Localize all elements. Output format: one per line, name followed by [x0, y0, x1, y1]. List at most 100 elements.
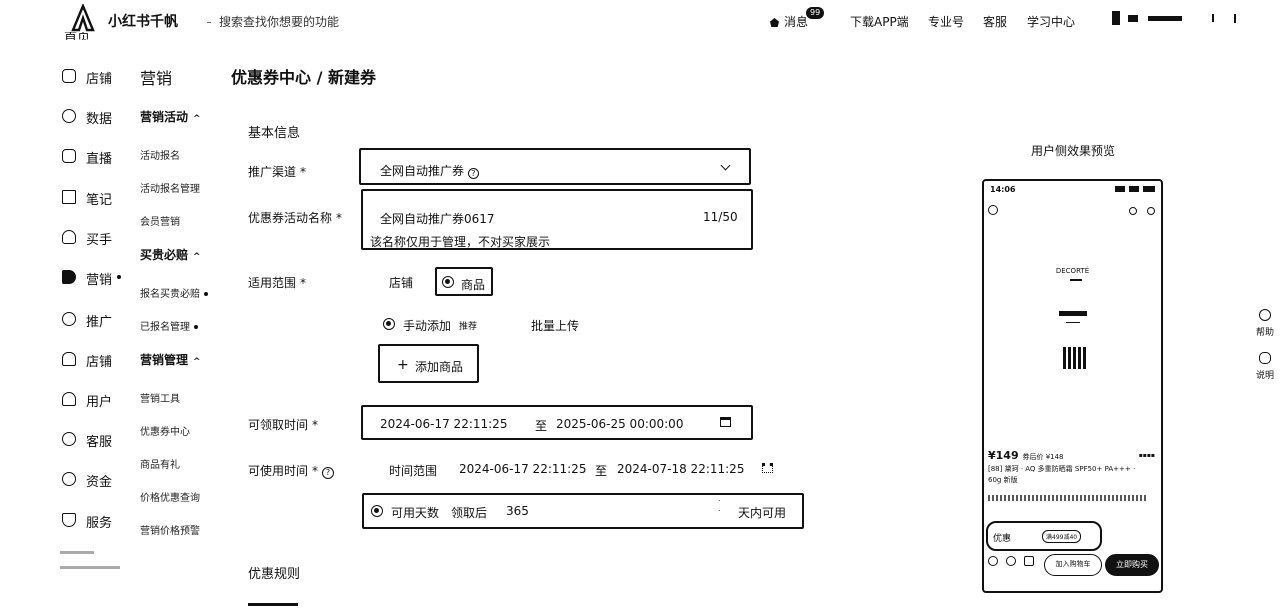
top-bar: 小红书千帆 搜索查找你想要的功能 消息 99 下载APP端 专业号 客服 学习中心: [0, 0, 1280, 40]
required-mark: *: [300, 165, 307, 179]
days-suffix: 天内可用: [738, 506, 787, 520]
days-input[interactable]: 365: [506, 504, 529, 518]
nav-item-service[interactable]: 客服: [60, 427, 140, 451]
truncated-label: [248, 602, 304, 608]
subnav-item[interactable]: 商品有礼: [140, 456, 180, 471]
use-range-option[interactable]: 时间范围: [389, 462, 437, 479]
subnav-item[interactable]: 报名买贵必赔: [140, 285, 208, 300]
calendar-icon[interactable]: [720, 417, 731, 427]
subnav-item[interactable]: 会员营销: [140, 213, 180, 228]
nav-item-funds[interactable]: 资金: [60, 467, 140, 491]
avatar: [1112, 11, 1120, 25]
required-mark: *: [300, 276, 307, 290]
product-line: [1066, 322, 1080, 323]
subnav-item[interactable]: 活动报名管理: [140, 180, 200, 195]
search-hint[interactable]: 搜索查找你想要的功能: [207, 13, 339, 30]
people-icon: [62, 312, 76, 326]
preview-product-name: [88] 黛珂 · AQ 多重防晒霜 SPF50+ PA+++ · 60g 新版: [988, 465, 1136, 484]
nav-item-data[interactable]: 数据: [60, 104, 140, 128]
subnav-group-price-guarantee[interactable]: 买贵必赔 ^: [140, 246, 201, 263]
use-end-input[interactable]: 2024-07-18 22:11:25: [617, 462, 744, 476]
sidebar-footer-text: [60, 545, 120, 569]
batch-upload-option[interactable]: 批量上传: [531, 317, 579, 334]
nav-item-live[interactable]: 直播: [60, 144, 140, 168]
name-label: 优惠券活动名称 *: [248, 209, 342, 226]
add-product-button[interactable]: + 添加商品: [378, 344, 479, 383]
claim-time-range-picker[interactable]: 2024-06-17 22:11:25 至 2025-06-25 00:00:0…: [361, 405, 753, 440]
nav-item-services[interactable]: 服务: [60, 508, 140, 532]
nav-item-notes[interactable]: 笔记: [60, 185, 140, 209]
label-text: 可领取时间: [248, 418, 309, 432]
messages-link[interactable]: 消息 99: [770, 7, 825, 30]
nav-item-users[interactable]: 用户: [60, 387, 140, 411]
docs-float-button[interactable]: 说明: [1250, 352, 1280, 381]
plus-icon: +: [397, 357, 409, 373]
customer-service-link[interactable]: 客服: [983, 13, 1007, 30]
help-icon[interactable]: ?: [467, 168, 479, 179]
help-icon[interactable]: ?: [322, 467, 335, 479]
subnav-group-campaigns[interactable]: 营销活动 ^: [140, 108, 201, 125]
cart-icon: [1024, 556, 1034, 566]
phone-preview: 14:06 DECORTÉ ¥149 券后价 ¥148 ▪▪▪▪ [88] 黛珂…: [982, 179, 1163, 593]
help-icon: [1259, 309, 1271, 321]
store-icon: [62, 69, 76, 83]
learning-center-link[interactable]: 学习中心: [1027, 13, 1075, 30]
float-label: 帮助: [1255, 328, 1274, 338]
product-cap: [1059, 311, 1087, 316]
breadcrumb: 优惠券中心 / 新建券: [231, 68, 376, 87]
app-logo-text[interactable]: 小红书千帆: [108, 11, 178, 31]
subnav-item[interactable]: 已报名管理: [140, 318, 198, 333]
subnav-item[interactable]: 营销工具: [140, 390, 180, 405]
claim-end-input[interactable]: 2025-06-25 00:00:00: [556, 417, 683, 431]
nav-item-shop[interactable]: 店铺: [60, 347, 140, 371]
book-icon: [62, 190, 76, 204]
nav-label: 服务: [86, 516, 113, 531]
nav-item-buyer[interactable]: 买手: [60, 225, 140, 249]
name-help-text: 该名称仅用于管理，不对买家展示: [370, 235, 551, 249]
subnav-item[interactable]: 价格优惠查询: [140, 489, 200, 504]
subnav-item[interactable]: 营销价格预警: [140, 522, 200, 537]
valid-days-option[interactable]: 可用天数 领取后 365 ˙ ˙ 天内可用: [362, 493, 804, 529]
required-mark: *: [312, 464, 319, 478]
truncated-text-line: [248, 603, 298, 606]
channel-select-value: 全网自动推广券 ?: [380, 162, 479, 179]
nav-label: 客服: [86, 435, 113, 450]
nav-label: 推广: [86, 315, 113, 330]
user-account-menu[interactable]: [1112, 11, 1238, 27]
message-count-badge: 99: [806, 7, 825, 19]
label-text: 推广渠道: [248, 165, 297, 179]
price-note: 券后价 ¥148: [1022, 453, 1064, 461]
required-mark: *: [312, 418, 319, 432]
headset-icon: [62, 432, 76, 446]
claim-start-input[interactable]: 2024-06-17 22:11:25: [380, 417, 507, 431]
scope-product-option[interactable]: 商品: [435, 267, 493, 296]
pro-account-link[interactable]: 专业号: [928, 13, 964, 30]
subnav-item[interactable]: 活动报名: [140, 147, 180, 162]
manual-add-label[interactable]: 手动添加: [403, 317, 451, 334]
preview-coupon-bar: 优惠 满499减40: [986, 521, 1102, 551]
channel-select[interactable]: 全网自动推广券 ?: [359, 148, 751, 185]
help-float-button[interactable]: 帮助: [1250, 309, 1280, 338]
scope-store-option[interactable]: 店铺: [389, 274, 413, 291]
manual-add-radio[interactable]: [383, 318, 395, 330]
coupon-name-field[interactable]: 全网自动推广券0617 11/50 该名称仅用于管理，不对买家展示: [361, 189, 753, 250]
subnav-group-management[interactable]: 营销管理 ^: [140, 351, 201, 368]
nav-item-promotion[interactable]: 推广: [60, 307, 140, 331]
user-icon: [62, 392, 76, 406]
subnav-title: 营销: [140, 69, 173, 88]
preview-buy-button: 立即购买: [1105, 554, 1159, 576]
calendar-icon[interactable]: [762, 463, 773, 473]
use-start-input[interactable]: 2024-06-17 22:11:25: [459, 462, 586, 476]
chevron-down-icon: [720, 160, 731, 171]
valid-days-label: 可用天数: [391, 506, 440, 520]
nav-item-partial: 首页: [64, 32, 91, 40]
float-label: 说明: [1255, 371, 1274, 381]
subnav-item-coupon-center[interactable]: 优惠券中心: [140, 423, 190, 438]
play-icon: [62, 149, 76, 163]
required-mark: *: [336, 211, 343, 225]
logo-icon[interactable]: [70, 4, 96, 32]
nav-item-store[interactable]: 店铺: [60, 64, 140, 88]
download-app-link[interactable]: 下载APP端: [850, 13, 909, 30]
nav-item-marketing[interactable]: 营销: [60, 265, 140, 289]
stepper-icon[interactable]: ˙ ˙: [717, 500, 722, 520]
